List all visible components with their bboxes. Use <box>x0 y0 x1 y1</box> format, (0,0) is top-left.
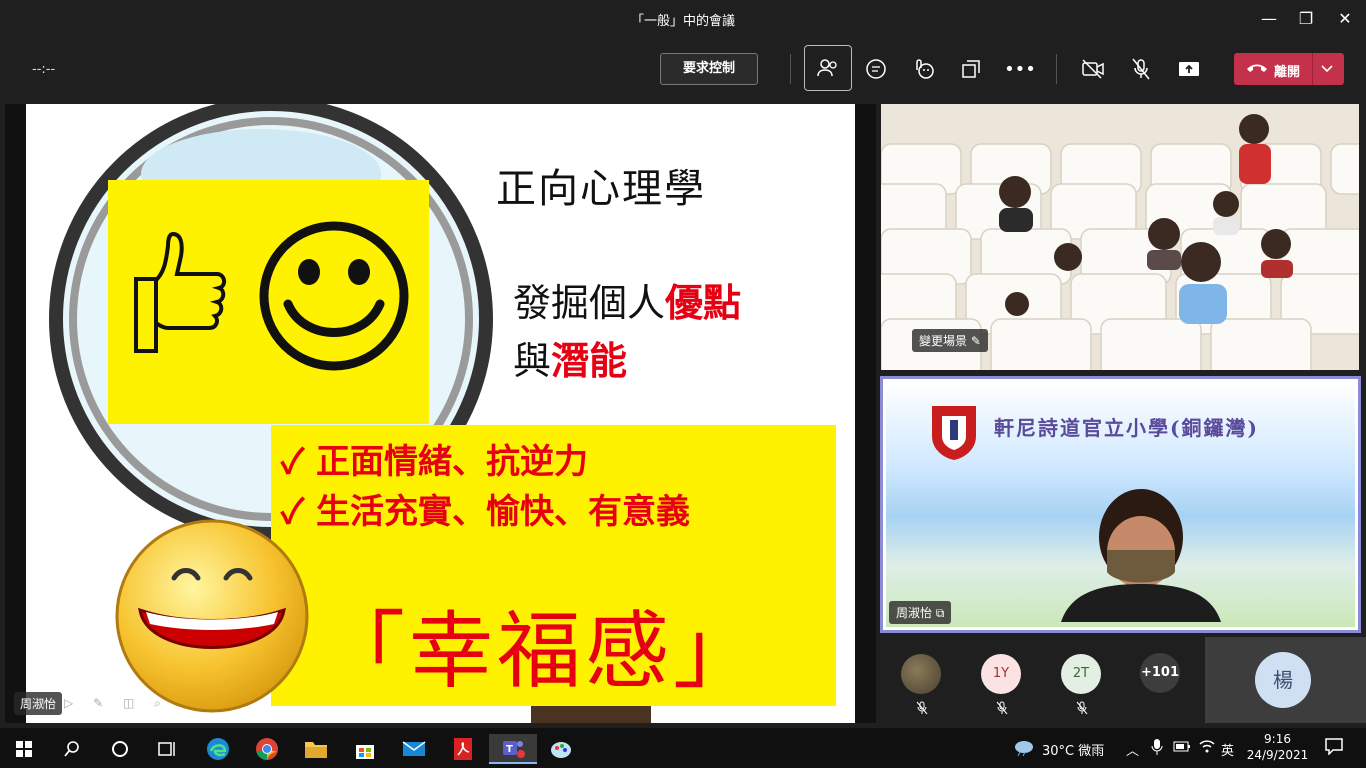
close-icon[interactable]: ✕ <box>1332 6 1358 32</box>
teams-icon[interactable]: T <box>489 734 537 764</box>
benefit-item-1: ✓ 正面情緒、抗逆力 <box>281 442 589 482</box>
microphone-icon[interactable] <box>1151 738 1163 760</box>
participant-avatar-2t[interactable]: 2T <box>1061 654 1101 694</box>
svg-text:T: T <box>506 744 513 755</box>
minimize-icon[interactable]: — <box>1256 6 1282 32</box>
slide-line-2-highlight: 潛能 <box>551 338 628 383</box>
clock-time: 9:16 <box>1264 732 1291 746</box>
happiness-text: 「幸福感」 <box>321 602 762 700</box>
store-icon[interactable] <box>345 734 385 764</box>
laughing-emoji-icon <box>115 519 309 713</box>
request-control-button[interactable]: 要求控制 <box>660 53 758 85</box>
rooms-icon[interactable] <box>951 50 991 88</box>
mic-off-icon[interactable] <box>1121 50 1161 88</box>
ime-indicator[interactable]: 英 <box>1221 740 1234 759</box>
slide-line-1: 發掘個人優點 <box>513 272 741 327</box>
title-bar: 「一般」中的會議 — ❐ ✕ <box>0 0 1366 38</box>
mic-off-icon <box>916 701 928 715</box>
share-screen-icon[interactable] <box>1169 50 1209 88</box>
chevron-up-icon[interactable]: ︿ <box>1126 740 1139 759</box>
weather-icon[interactable] <box>1012 738 1034 760</box>
slide-title: 正向心理學 <box>496 166 706 212</box>
more-participants-button[interactable]: +101 <box>1140 653 1180 693</box>
window-title: 「一般」中的會議 <box>630 14 735 29</box>
thumbs-up-icon <box>134 231 226 353</box>
wifi-icon[interactable] <box>1198 738 1216 758</box>
school-name-text: 軒尼詩道官立小學(銅鑼灣) <box>994 416 1259 440</box>
meeting-toolbar: --:-- 要求控制 ••• 離開 <box>0 38 1366 100</box>
edge-icon[interactable] <box>198 734 238 764</box>
paint-icon[interactable] <box>541 734 581 764</box>
school-crest-icon <box>932 406 976 460</box>
slide-line-1-highlight: 優點 <box>665 280 742 325</box>
chevron-down-icon[interactable] <box>1320 59 1334 81</box>
acrobat-icon[interactable] <box>443 734 483 764</box>
weather-text[interactable]: 30°C 微雨 <box>1042 740 1104 759</box>
task-view-icon[interactable] <box>148 734 188 764</box>
speaker-background: 軒尼詩道官立小學(銅鑼灣) <box>886 382 1355 627</box>
participant-strip: 1Y 2T +101 楊 <box>880 637 1366 723</box>
shared-content-stage: 正向心理學 發掘個人優點 與潛能 ✓ 正面情緒、抗逆力 ✓ 生活充實、愉快、有意… <box>5 104 876 723</box>
more-options-icon[interactable]: ••• <box>1000 50 1040 88</box>
slide-line-2: 與潛能 <box>513 330 627 385</box>
speaker-name-tag: 周淑怡 ⧉ <box>889 601 952 624</box>
room-video-tile[interactable]: 變更場景 ✎ <box>881 104 1359 370</box>
participant-avatar-1y[interactable]: 1Y <box>981 654 1021 694</box>
leave-label: 離開 <box>1274 65 1301 80</box>
taskbar-clock[interactable]: 9:16 24/9/2021 <box>1245 731 1310 763</box>
self-avatar: 楊 <box>1255 652 1311 708</box>
speaker-silhouette <box>1061 489 1221 622</box>
clock-date: 24/9/2021 <box>1246 748 1309 762</box>
chrome-icon[interactable] <box>247 734 287 764</box>
toolbar-divider <box>1056 54 1057 84</box>
benefit-item-2: ✓ 生活充實、愉快、有意義 <box>281 492 691 532</box>
mic-off-icon <box>996 701 1008 715</box>
notifications-icon[interactable] <box>1324 737 1344 759</box>
change-scene-label: 變更場景 <box>919 334 968 348</box>
screen-share-icon: ⧉ <box>935 606 945 620</box>
pencil-icon: ✎ <box>970 334 981 348</box>
speaker-video-tile[interactable]: 軒尼詩道官立小學(銅鑼灣) 周淑怡 ⧉ <box>880 376 1361 633</box>
change-scene-tag[interactable]: 變更場景 ✎ <box>912 329 988 352</box>
reactions-icon[interactable] <box>904 50 944 88</box>
windows-taskbar: T 30°C 微雨 ︿ 英 9:16 24/9/2021 <box>0 728 1366 768</box>
slide-line-1-text: 發掘個人 <box>513 281 666 325</box>
leave-divider <box>1312 53 1313 85</box>
search-icon[interactable] <box>52 734 92 764</box>
presentation-slide: 正向心理學 發掘個人優點 與潛能 ✓ 正面情緒、抗逆力 ✓ 生活充實、愉快、有意… <box>26 104 855 723</box>
windows-start-icon[interactable] <box>4 734 44 764</box>
toolbar-divider <box>790 54 791 84</box>
chat-icon[interactable] <box>856 50 896 88</box>
speaker-name: 周淑怡 <box>896 606 933 620</box>
smiley-face-icon <box>259 221 409 371</box>
camera-off-icon[interactable] <box>1073 50 1113 88</box>
file-explorer-icon[interactable] <box>296 734 336 764</box>
leave-button[interactable]: 離開 <box>1234 53 1344 85</box>
participants-icon[interactable] <box>804 45 852 91</box>
maximize-icon[interactable]: ❐ <box>1293 6 1319 32</box>
battery-icon[interactable] <box>1173 738 1191 758</box>
mic-off-icon <box>1076 701 1088 715</box>
cortana-icon[interactable] <box>100 734 140 764</box>
presentation-controls[interactable]: ◁ ▷ ✎ ◫ ⌕ <box>35 696 169 711</box>
meeting-timer: --:-- <box>32 62 56 77</box>
hang-up-icon <box>1246 62 1268 78</box>
self-video-tile[interactable]: 楊 <box>1205 637 1366 723</box>
slide-line-2-text: 與 <box>513 339 552 383</box>
participant-avatar-photo[interactable] <box>901 654 941 694</box>
mail-icon[interactable] <box>394 734 434 764</box>
